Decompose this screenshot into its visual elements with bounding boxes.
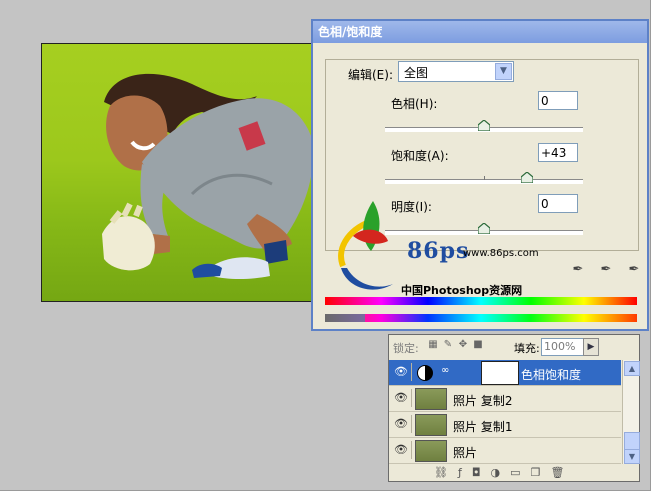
hue-slider-knob[interactable] [478, 120, 490, 131]
layer-mask-thumbnail[interactable] [481, 361, 519, 385]
fill-input[interactable]: 100% [541, 338, 585, 356]
layers-scrollbar[interactable]: ▲ ▼ [622, 360, 640, 464]
eyedropper-minus-icon[interactable]: ✒ [625, 261, 643, 279]
scroll-up-arrow-icon[interactable]: ▲ [624, 361, 640, 376]
layer-thumbnail[interactable] [415, 414, 447, 436]
layer-name: 色相饱和度 [521, 368, 582, 382]
layer-thumbnail[interactable] [415, 440, 447, 462]
lock-label: 锁定: [393, 342, 419, 355]
visibility-eye-icon[interactable]: 👁 [391, 441, 412, 459]
layer-row-photo[interactable]: 👁 照片 [389, 438, 621, 464]
hue-label: 色相(H): [391, 97, 438, 111]
saturation-slider-knob[interactable] [520, 172, 533, 183]
layer-row-photo-copy1[interactable]: 👁 照片 复制1 [389, 412, 621, 438]
lock-transparency-icon[interactable]: ▦ [427, 339, 439, 351]
layer-name: 照片 复制1 [453, 420, 513, 434]
visibility-eye-icon[interactable]: 👁 [391, 415, 412, 433]
eyedropper-icon[interactable]: ✒ [569, 261, 587, 279]
link-layers-icon[interactable]: ⛓ [434, 466, 448, 479]
edit-dropdown-value: 全图 [404, 66, 429, 80]
new-layer-icon[interactable]: ❐ [531, 466, 541, 479]
edit-label: 编辑(E): [348, 68, 393, 82]
original-hue-bar [325, 297, 637, 305]
adjusted-hue-bar-start [325, 314, 365, 322]
layer-row-hue-saturation[interactable]: 👁 ∞ 色相饱和度 [389, 360, 621, 386]
new-group-icon[interactable]: ▭ [510, 466, 520, 479]
link-chain-icon[interactable]: ∞ [441, 365, 449, 376]
chevron-down-icon[interactable]: ▼ [495, 63, 512, 80]
layers-panel: 锁定: ▦ ✎ ✥ ■ 填充: 100% ▶ 👁 ∞ 色相饱和度 👁 照片 复制… [388, 334, 640, 482]
lock-move-icon[interactable]: ✥ [457, 339, 469, 351]
edit-dropdown[interactable]: 全图 ▼ [398, 61, 514, 82]
adjustment-layer-icon [417, 365, 433, 381]
watermark-logo: 86ps www.86ps.com 中国Photoshop资源网 [333, 196, 553, 301]
lock-all-icon[interactable]: ■ [472, 339, 484, 351]
photo-canvas[interactable] [41, 43, 323, 302]
watermark-url: www.86ps.com [463, 248, 539, 259]
add-mask-icon[interactable]: ◘ [472, 466, 481, 479]
layer-name: 照片 [453, 446, 478, 460]
layer-row-photo-copy2[interactable]: 👁 照片 复制2 [389, 386, 621, 412]
layer-thumbnail[interactable] [415, 388, 447, 410]
hue-saturation-dialog: 色相/饱和度 编辑(E): 全图 ▼ 色相(H): 0 饱和度(A): +43 … [311, 19, 649, 331]
layers-toolbar: 锁定: ▦ ✎ ✥ ■ 填充: 100% ▶ [389, 335, 639, 359]
watermark-brand: 86ps [407, 238, 470, 264]
hue-input[interactable]: 0 [538, 91, 578, 110]
visibility-eye-icon[interactable]: 👁 [391, 363, 412, 381]
layers-bottom-toolbar: ⛓ ƒ ◘ ◑ ▭ ❐ 🗑 [389, 463, 639, 481]
delete-layer-icon[interactable]: 🗑 [550, 466, 564, 479]
visibility-eye-icon[interactable]: 👁 [391, 389, 412, 407]
eyedropper-plus-icon[interactable]: ✒ [597, 261, 615, 279]
saturation-input[interactable]: +43 [538, 143, 578, 162]
eyedropper-group: ✒ ✒ ✒ [569, 261, 643, 279]
new-adjustment-icon[interactable]: ◑ [491, 466, 501, 479]
saturation-label: 饱和度(A): [391, 149, 449, 163]
dialog-title[interactable]: 色相/饱和度 [313, 21, 647, 43]
scroll-down-arrow-icon[interactable]: ▼ [624, 449, 640, 464]
fill-slider-button[interactable]: ▶ [583, 338, 599, 356]
layer-name: 照片 复制2 [453, 394, 513, 408]
lock-brush-icon[interactable]: ✎ [442, 339, 454, 351]
fill-label: 填充: [514, 342, 540, 355]
layer-list: 👁 ∞ 色相饱和度 👁 照片 复制2 👁 照片 复制1 👁 照片 [389, 360, 621, 464]
adjusted-hue-bar [325, 314, 637, 322]
watermark-tagline: 中国Photoshop资源网 [401, 284, 523, 297]
layer-style-icon[interactable]: ƒ [458, 466, 462, 479]
saturation-center-tick [484, 176, 485, 180]
